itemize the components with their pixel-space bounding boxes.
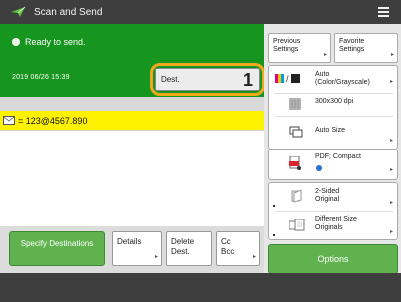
destination-address: = 123@4567.890 bbox=[18, 115, 88, 126]
two-sided-setting[interactable]: 2-Sided Original ▸ bbox=[269, 183, 397, 212]
ready-status: Ready to send. bbox=[12, 37, 86, 47]
chevron-right-icon: ▸ bbox=[389, 167, 393, 173]
two-sided-label: 2-Sided Original bbox=[315, 188, 340, 203]
pin-icon bbox=[315, 164, 323, 174]
dot-indicator-icon bbox=[273, 234, 275, 236]
color-bw-icon: / bbox=[275, 72, 300, 86]
resolution-setting[interactable]: 300x300 dpi bbox=[269, 94, 397, 117]
chevron-right-icon: ▸ bbox=[389, 79, 393, 85]
dest-label: Dest. bbox=[161, 75, 180, 84]
previous-settings-button[interactable]: Previous Settings ▸ bbox=[268, 33, 331, 63]
chevron-right-icon: ▸ bbox=[389, 138, 393, 144]
details-button[interactable]: Details ▸ bbox=[112, 231, 162, 266]
ready-indicator-icon bbox=[12, 38, 20, 46]
scan-size-label: Auto Size bbox=[315, 127, 345, 134]
file-format-setting[interactable]: PDF; Compact ▸ bbox=[269, 150, 397, 178]
favorite-settings-label: Favorite Settings bbox=[339, 38, 365, 53]
hamburger-menu-icon[interactable] bbox=[378, 7, 389, 17]
resolution-label: 300x300 dpi bbox=[315, 98, 354, 105]
two-sided-icon bbox=[289, 189, 307, 203]
different-size-label: Different Size Originals bbox=[315, 216, 357, 231]
delete-dest-label: Delete Dest. bbox=[171, 237, 195, 256]
options-button[interactable]: Options bbox=[268, 244, 398, 274]
cc-bcc-button[interactable]: Cc Bcc ▸ bbox=[216, 231, 260, 266]
chevron-right-icon: ▸ bbox=[389, 200, 393, 206]
color-mode-setting[interactable]: / Auto (Color/Grayscale) ▸ bbox=[269, 66, 397, 94]
list-divider bbox=[0, 130, 264, 131]
footer-bar bbox=[0, 273, 401, 302]
delete-dest-button[interactable]: Delete Dest. bbox=[166, 231, 212, 266]
dot-indicator-icon bbox=[273, 205, 275, 207]
svg-text:/: / bbox=[286, 74, 289, 84]
file-format-group: PDF; Compact ▸ bbox=[268, 150, 398, 180]
different-size-setting[interactable]: Different Size Originals ▸ bbox=[269, 212, 397, 240]
list-header-row bbox=[0, 97, 264, 111]
chevron-right-icon: ▸ bbox=[390, 52, 394, 58]
chevron-right-icon: ▸ bbox=[389, 229, 393, 235]
window-title: Scan and Send bbox=[34, 6, 103, 18]
resolution-icon bbox=[289, 98, 307, 112]
favorite-settings-button[interactable]: Favorite Settings ▸ bbox=[334, 33, 398, 63]
previous-settings-label: Previous Settings bbox=[273, 38, 301, 53]
scan-size-setting[interactable]: Auto Size ▸ bbox=[269, 122, 397, 149]
email-icon bbox=[3, 116, 15, 125]
destination-list: = 123@4567.890 bbox=[0, 97, 264, 226]
chevron-right-icon: ▸ bbox=[252, 254, 256, 260]
cc-bcc-label: Cc Bcc bbox=[221, 237, 235, 256]
datetime-display: 2019 06/26 15:39 bbox=[12, 74, 70, 81]
different-size-icon bbox=[288, 218, 307, 233]
original-settings-group: 2-Sided Original ▸ Different Size Origin… bbox=[268, 182, 398, 240]
details-label: Details bbox=[117, 237, 142, 246]
dest-count: 1 bbox=[242, 70, 253, 90]
color-mode-label: Auto (Color/Grayscale) bbox=[315, 71, 370, 86]
divider bbox=[275, 116, 393, 117]
auto-size-icon bbox=[289, 126, 307, 140]
dest-count-button[interactable]: Dest. 1 bbox=[155, 68, 260, 91]
ready-text: Ready to send. bbox=[25, 37, 86, 47]
title-bar: Scan and Send bbox=[0, 0, 401, 24]
chevron-right-icon: ▸ bbox=[154, 254, 158, 260]
chevron-right-icon: ▸ bbox=[323, 52, 327, 58]
specify-destinations-button[interactable]: Specify Destinations bbox=[9, 231, 105, 266]
list-item[interactable]: = 123@4567.890 bbox=[0, 111, 264, 130]
scan-send-arrow-icon bbox=[10, 5, 26, 19]
scan-settings-group: / Auto (Color/Grayscale) ▸ 300x300 dpi A… bbox=[268, 65, 398, 150]
pdf-file-icon bbox=[289, 155, 307, 170]
file-format-label: PDF; Compact bbox=[315, 153, 361, 160]
